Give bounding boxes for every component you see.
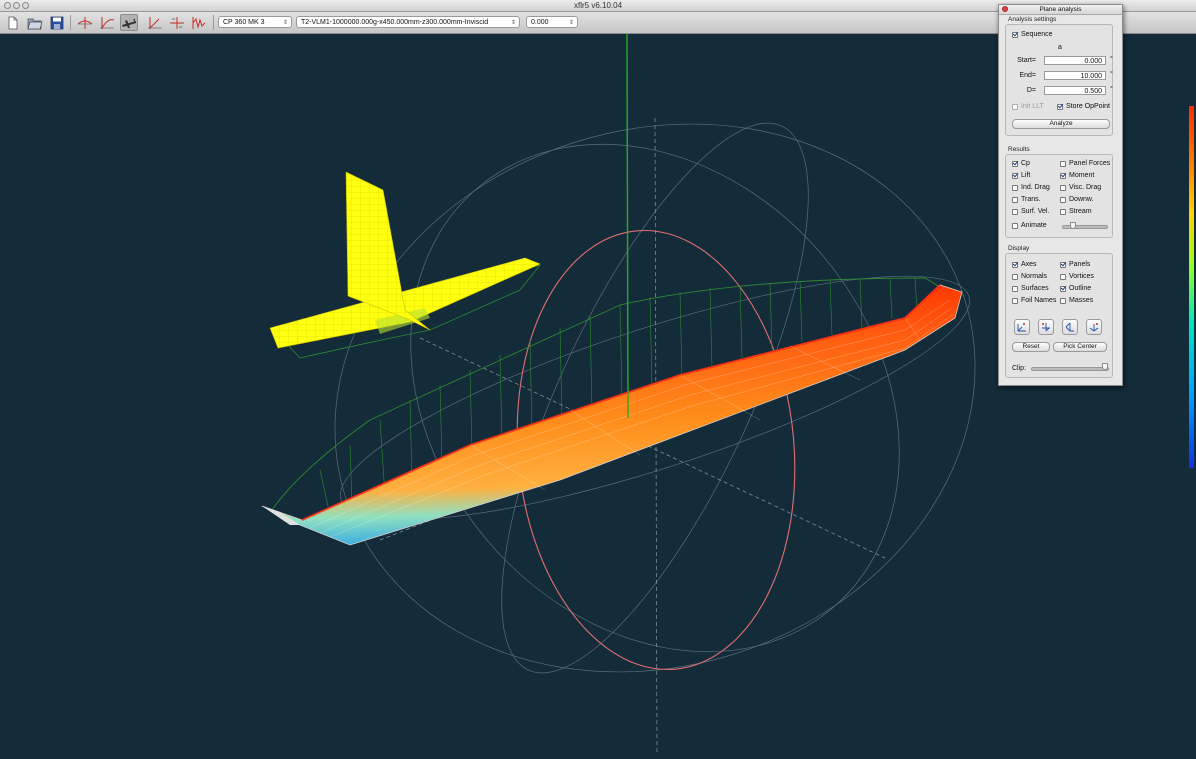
analyze-button[interactable]: Analyze — [1012, 119, 1110, 129]
horizontal-tail — [269, 257, 541, 349]
masses-checkbox[interactable]: Masses — [1060, 297, 1093, 305]
clip-slider-thumb[interactable] — [1102, 363, 1108, 370]
pick-center-button[interactable]: Pick Center — [1053, 342, 1107, 352]
panel-title-bar: Plane analysis — [999, 5, 1122, 15]
trans-checkbox[interactable]: Trans. — [1012, 196, 1041, 204]
chevron-down-icon: ⇕ — [282, 20, 288, 26]
axes-checkbox[interactable]: Axes — [1012, 261, 1037, 269]
close-panel-button[interactable] — [1002, 6, 1008, 12]
analysis-settings-group: Sequence a Start= 0.000 ° End= 10.000 ° … — [1005, 24, 1113, 136]
delta-label: D= — [1026, 87, 1036, 94]
start-unit: ° — [1110, 56, 1113, 63]
foil-direct-icon[interactable] — [76, 14, 94, 31]
panels-checkbox[interactable]: Panels — [1060, 261, 1090, 269]
cp-checkbox[interactable]: Cp — [1012, 160, 1030, 168]
opp-select[interactable]: 0.000 ⇕ — [526, 16, 578, 28]
chevron-down-icon: ⇕ — [510, 20, 516, 26]
moment-checkbox[interactable]: Moment — [1060, 172, 1094, 180]
end-unit: ° — [1110, 71, 1113, 78]
foil-inverse-icon[interactable] — [98, 14, 116, 31]
end-label: End= — [1019, 72, 1036, 79]
clip-label: Clip: — [1012, 365, 1027, 372]
panel-title: Plane analysis — [1039, 6, 1082, 13]
init-llt-checkbox[interactable]: Init LLT — [1012, 103, 1044, 111]
lift-checkbox[interactable]: Lift — [1012, 172, 1030, 180]
chevron-down-icon: ⇕ — [568, 20, 574, 26]
end-input[interactable]: 10.000 — [1044, 71, 1106, 80]
new-file-icon[interactable] — [4, 14, 22, 31]
polar-select[interactable]: T2-VLM1-1000000.000g-x450.000mm-z300.000… — [296, 16, 520, 28]
clip-slider[interactable] — [1031, 367, 1109, 371]
plane-design-icon[interactable] — [120, 14, 138, 31]
stream-checkbox[interactable]: Stream — [1060, 208, 1092, 216]
z-axis-line — [626, 33, 629, 419]
sequence-checkbox[interactable]: Sequence — [1012, 31, 1053, 39]
foil-names-checkbox[interactable]: Foil Names — [1012, 297, 1056, 305]
start-label: Start= — [1017, 57, 1036, 64]
polar-icon[interactable] — [190, 14, 208, 31]
visc-drag-checkbox[interactable]: Visc. Drag — [1060, 184, 1101, 192]
outline-checkbox[interactable]: Outline — [1060, 285, 1091, 293]
store-opp-checkbox[interactable]: Store OpPoint — [1057, 103, 1110, 111]
save-file-icon[interactable] — [48, 14, 66, 31]
display-group: Axes Panels Normals Vortices Surfaces Ou… — [1005, 253, 1113, 378]
surfaces-checkbox[interactable]: Surfaces — [1012, 285, 1049, 293]
view-x-icon[interactable] — [1014, 319, 1030, 335]
view-z-icon[interactable] — [1062, 319, 1078, 335]
surf-vel-checkbox[interactable]: Surf. Vel. — [1012, 208, 1049, 216]
delta-unit: ° — [1110, 86, 1113, 93]
analysis-settings-label: Analysis settings — [1008, 16, 1057, 23]
display-label: Display — [1008, 245, 1030, 252]
view-y-icon[interactable] — [1038, 319, 1054, 335]
plane-analysis-panel: Plane analysis Analysis settings Sequenc… — [998, 4, 1123, 386]
vortices-checkbox[interactable]: Vortices — [1060, 273, 1094, 281]
normals-checkbox[interactable]: Normals — [1012, 273, 1047, 281]
animate-speed-thumb[interactable] — [1070, 222, 1076, 229]
start-input[interactable]: 0.000 — [1044, 56, 1106, 65]
delta-input[interactable]: 0.500 — [1044, 86, 1106, 95]
alpha-symbol: a — [1058, 44, 1062, 51]
wing-tip-left — [262, 506, 300, 525]
open-file-icon[interactable] — [26, 14, 44, 31]
plane-select[interactable]: CP 360 MK 3 ⇕ — [218, 16, 292, 28]
reset-button[interactable]: Reset — [1012, 342, 1050, 352]
animate-speed-slider[interactable] — [1062, 225, 1108, 229]
xinverse-icon[interactable] — [168, 14, 186, 31]
results-label: Results — [1008, 146, 1030, 153]
ind-drag-checkbox[interactable]: Ind. Drag — [1012, 184, 1050, 192]
results-group: Cp Panel Forces Lift Moment Ind. Drag Vi… — [1005, 154, 1113, 238]
animate-checkbox[interactable]: Animate — [1012, 222, 1047, 230]
cp-color-scale — [1189, 106, 1194, 468]
view-iso-icon[interactable] — [1086, 319, 1102, 335]
downwash-checkbox[interactable]: Downw. — [1060, 196, 1094, 204]
panel-forces-checkbox[interactable]: Panel Forces — [1060, 160, 1110, 168]
xfoil-mixed-icon[interactable] — [146, 14, 164, 31]
